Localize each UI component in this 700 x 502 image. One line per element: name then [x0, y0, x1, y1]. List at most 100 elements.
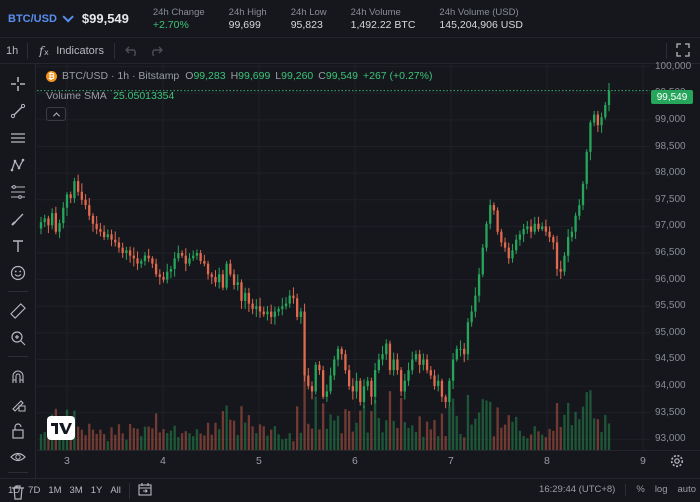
text-icon[interactable] [6, 234, 30, 258]
crosshair-icon[interactable] [6, 72, 30, 96]
legend-low: 99,260 [281, 70, 314, 82]
range-1y[interactable]: 1Y [91, 485, 103, 496]
volume-bar [459, 433, 462, 450]
candle-body [255, 306, 258, 309]
clock-time[interactable]: 16:29:44 (UTC+8) [539, 484, 615, 496]
fib-icon[interactable] [6, 180, 30, 204]
function-icon: f x [38, 44, 49, 57]
pattern-icon[interactable] [6, 153, 30, 177]
candle-body [362, 386, 366, 403]
volume-bar [411, 425, 414, 450]
candle-body [455, 348, 458, 360]
candle-body [485, 223, 488, 248]
redo-icon[interactable] [149, 43, 163, 59]
stat-label: 24h Low [290, 6, 327, 18]
fullscreen-icon[interactable] [676, 43, 690, 60]
volume-bar [600, 431, 603, 450]
candle-body [555, 242, 559, 269]
emoji-icon[interactable] [6, 261, 30, 285]
horizontal-lines-icon[interactable] [6, 126, 30, 150]
volume-bar [266, 435, 269, 450]
volume-bar [470, 424, 473, 450]
candle-body [544, 226, 548, 232]
candle-body [451, 359, 455, 381]
range-3m[interactable]: 3M [70, 485, 83, 496]
lock-icon[interactable] [6, 419, 30, 443]
eye-icon[interactable] [6, 445, 30, 469]
stat-label: 24h Volume (USD) [439, 6, 519, 18]
candle-body [355, 380, 358, 392]
zoom-in-icon[interactable] [6, 326, 30, 350]
candle-body [411, 359, 414, 371]
volume-bar [429, 429, 432, 450]
candle-body [522, 229, 525, 235]
volume-bar [355, 422, 358, 450]
candle-body [166, 271, 169, 280]
ticker-bar: BTC/USD $99,549 24h Change +2.70% 24h Hi… [0, 0, 700, 38]
volume-bar [255, 433, 258, 450]
candle-body [192, 255, 195, 259]
magnet-icon[interactable] [6, 365, 30, 389]
candle-body [299, 311, 303, 317]
stat-24h-volume: 24h Volume 1,492.22 BTC [351, 6, 416, 32]
interval-button[interactable]: 1h [6, 45, 18, 57]
candle-body [318, 364, 321, 371]
volume-bar [451, 398, 455, 450]
collapse-legend-button[interactable] [46, 107, 66, 121]
time-axis[interactable]: 3 4 5 6 7 8 9 [37, 450, 700, 472]
auto-toggle[interactable]: auto [678, 484, 697, 496]
y-tick-label: 93,500 [655, 406, 686, 418]
range-all[interactable]: All [110, 485, 121, 496]
log-toggle[interactable]: log [655, 484, 668, 496]
pair-selector[interactable]: BTC/USD [8, 10, 74, 25]
bottom-right-controls: 16:29:44 (UTC+8) % log auto [529, 484, 696, 496]
volume-bar [448, 405, 451, 450]
candle-body [292, 295, 295, 299]
candle-body [143, 255, 147, 261]
brush-icon[interactable] [6, 207, 30, 231]
volume-bar [500, 427, 503, 450]
range-1m[interactable]: 1M [48, 485, 61, 496]
volume-bar [195, 429, 199, 450]
volume-bar [318, 429, 321, 450]
candle-body [65, 194, 69, 208]
candle-body [247, 292, 251, 304]
trend-line-icon[interactable] [6, 99, 30, 123]
indicators-button[interactable]: f x Indicators [38, 44, 104, 57]
volume-bar [307, 423, 310, 450]
candle-body [600, 117, 603, 126]
candle-body [62, 207, 65, 224]
candle-body [184, 255, 187, 264]
range-1d[interactable]: 1D [8, 485, 20, 496]
y-tick-label: 95,500 [655, 300, 686, 312]
volume-bar [574, 411, 577, 450]
volume-bar [511, 421, 514, 450]
date-range-icon[interactable] [138, 482, 152, 499]
volume-bar [563, 414, 566, 450]
lock-drawing-icon[interactable] [6, 392, 30, 416]
candle-body [214, 276, 217, 283]
candle-body [266, 311, 269, 315]
ruler-icon[interactable] [6, 299, 30, 323]
range-7d[interactable]: 7D [28, 485, 40, 496]
volume-bar [340, 433, 343, 450]
undo-icon[interactable] [124, 43, 139, 59]
price-chart[interactable] [37, 64, 650, 450]
y-tick-label: 95,000 [655, 326, 686, 338]
volume-bar [288, 433, 291, 450]
candle-body [414, 354, 418, 360]
candle-body [589, 122, 592, 152]
candle-body [91, 215, 95, 224]
settings-gear-icon[interactable] [670, 454, 684, 471]
candle-body [529, 226, 533, 232]
volume-bar [210, 434, 213, 450]
volume-bar [607, 423, 611, 450]
volume-bar [199, 433, 202, 450]
percent-toggle[interactable]: % [636, 484, 644, 496]
volume-bar [273, 426, 277, 450]
price-axis[interactable]: 100,00099,50099,00098,50098,00097,50097,… [650, 61, 700, 450]
candle-body [236, 282, 239, 285]
volume-bar [392, 420, 395, 450]
volume-bar [347, 410, 351, 450]
x-tick-label: 6 [352, 455, 358, 467]
